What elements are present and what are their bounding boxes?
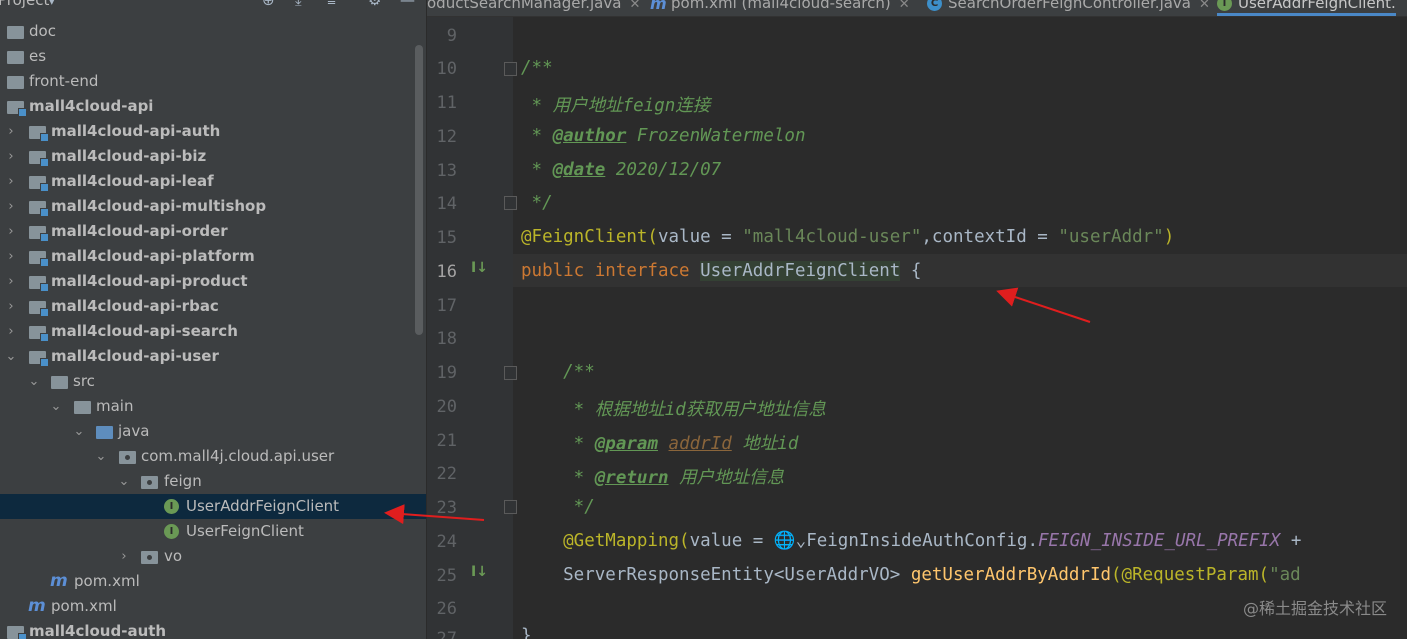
arrow-to-interface xyxy=(996,287,1091,323)
watermark: @稀土掘金技术社区 xyxy=(1242,599,1387,618)
annotation-arrows xyxy=(384,287,1091,525)
arrow-to-tree-item xyxy=(384,504,485,525)
